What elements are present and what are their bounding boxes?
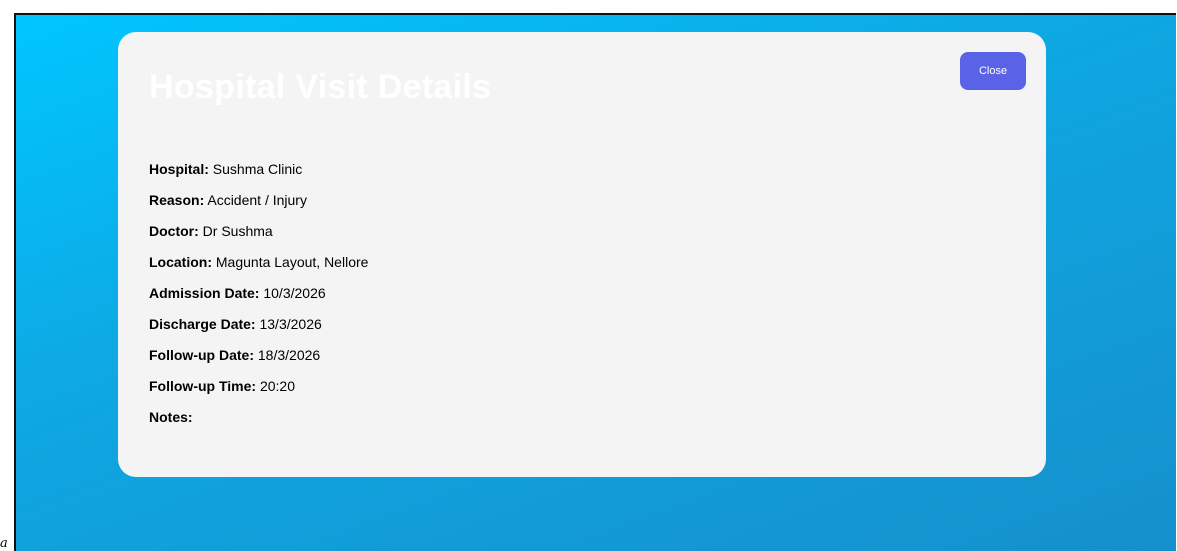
detail-row-discharge-date: Discharge Date: 13/3/2026 xyxy=(149,309,368,340)
detail-row-follow-up-time: Follow-up Time: 20:20 xyxy=(149,371,368,402)
detail-label: Doctor: xyxy=(149,223,199,239)
detail-row-notes: Notes: xyxy=(149,402,368,433)
corner-mark: a xyxy=(0,536,8,551)
detail-label: Notes: xyxy=(149,409,193,425)
detail-label: Hospital: xyxy=(149,161,209,177)
detail-value: 18/3/2026 xyxy=(257,347,321,363)
detail-row-follow-up-date: Follow-up Date: 18/3/2026 xyxy=(149,340,368,371)
detail-row-reason: Reason: Accident / Injury xyxy=(149,185,368,216)
close-button[interactable]: Close xyxy=(960,52,1026,90)
detail-label: Follow-up Time: xyxy=(149,378,257,394)
detail-value: 20:20 xyxy=(259,378,296,394)
detail-row-location: Location: Magunta Layout, Nellore xyxy=(149,247,368,278)
detail-label: Follow-up Date: xyxy=(149,347,254,363)
detail-label: Reason: xyxy=(149,192,205,208)
detail-value: 10/3/2026 xyxy=(263,285,326,301)
detail-row-doctor: Doctor: Dr Sushma xyxy=(149,216,368,247)
detail-label: Admission Date: xyxy=(149,285,260,301)
detail-label: Discharge Date: xyxy=(149,316,256,332)
detail-value: Sushma Clinic xyxy=(212,161,303,177)
detail-row-admission-date: Admission Date: 10/3/2026 xyxy=(149,278,368,309)
detail-value: Magunta Layout, Nellore xyxy=(215,254,369,270)
detail-row-hospital: Hospital: Sushma Clinic xyxy=(149,154,368,185)
detail-label: Location: xyxy=(149,254,212,270)
detail-value: Dr Sushma xyxy=(202,223,273,239)
detail-value: Accident / Injury xyxy=(207,192,307,208)
visit-details-list: Hospital: Sushma Clinic Reason: Accident… xyxy=(149,154,368,433)
page-background: Hospital Visit Details Close Hospital: S… xyxy=(14,13,1176,551)
hospital-visit-details-modal: Hospital Visit Details Close Hospital: S… xyxy=(118,32,1046,477)
detail-value: 13/3/2026 xyxy=(259,316,322,332)
modal-title: Hospital Visit Details xyxy=(149,68,492,106)
